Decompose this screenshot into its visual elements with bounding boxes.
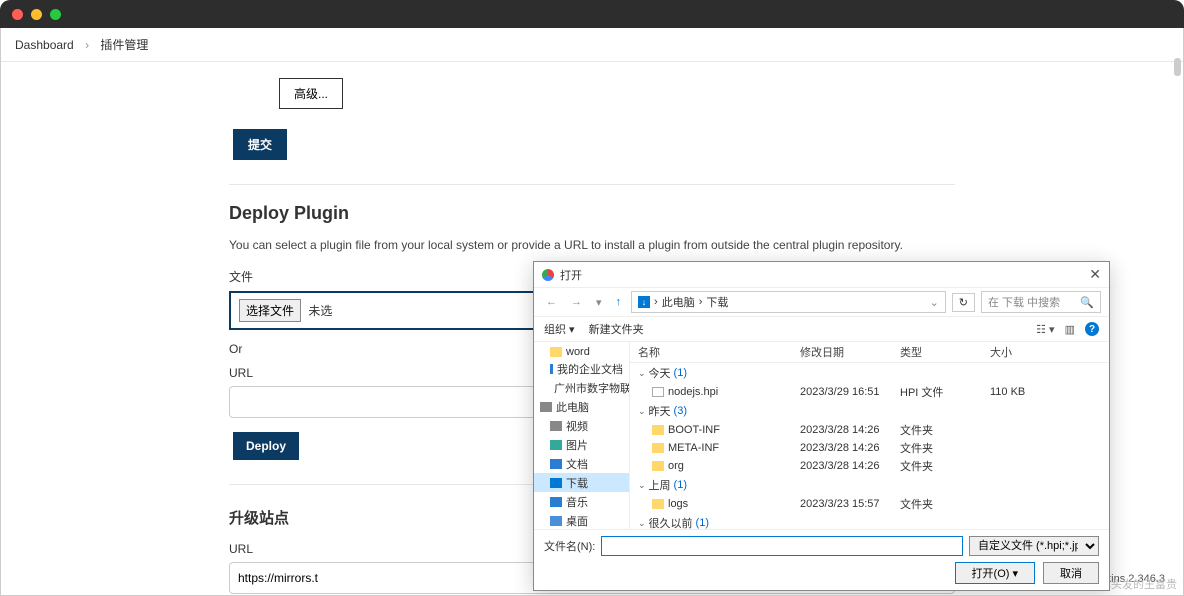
- sidebar-item[interactable]: 桌面: [534, 511, 629, 529]
- divider: [229, 184, 955, 185]
- dialog-toolbar: 组织 ▾ 新建文件夹 ☷ ▾ ▥ ?: [534, 317, 1109, 342]
- music-icon: [550, 497, 562, 507]
- open-button[interactable]: 打开(O) ▾: [955, 562, 1035, 584]
- choose-file-button[interactable]: 选择文件: [239, 299, 301, 322]
- filename-input[interactable]: [601, 536, 963, 556]
- deploy-desc: You can select a plugin file from your l…: [229, 238, 955, 252]
- dialog-file-list: 名称 修改日期 类型 大小 ⌄ 今天 (1)nodejs.hpi2023/3/2…: [630, 342, 1109, 529]
- doc-icon: [550, 459, 562, 469]
- file-filter-select[interactable]: 自定义文件 (*.hpi;*.jpi): [969, 536, 1099, 556]
- chevron-down-icon: ⌄: [638, 480, 646, 491]
- nav-back-icon[interactable]: ←: [542, 294, 561, 310]
- sidebar-item[interactable]: 视频: [534, 416, 629, 435]
- dialog-title: 打开: [560, 267, 582, 283]
- folder-icon: [652, 443, 664, 453]
- col-type[interactable]: 类型: [900, 344, 990, 360]
- window-chrome: [0, 0, 1184, 28]
- maximize-dot[interactable]: [50, 9, 61, 20]
- folder-icon: [652, 499, 664, 509]
- breadcrumb-plugins[interactable]: 插件管理: [100, 38, 148, 52]
- chevron-down-icon: ⌄: [638, 406, 646, 417]
- file-open-dialog: 打开 ✕ ← → ▾ ↑ ↓ › 此电脑 › 下载 ⌄ ↻ 在 下载 中搜索 🔍…: [533, 261, 1110, 591]
- search-box[interactable]: 在 下载 中搜索 🔍: [981, 291, 1101, 313]
- doc-icon: [550, 364, 553, 374]
- deploy-button[interactable]: Deploy: [233, 432, 299, 460]
- dialog-body: word我的企业文档广州市数字物联科此电脑视频图片文档下载音乐桌面系统 (C:)…: [534, 342, 1109, 529]
- file-group-header[interactable]: ⌄ 昨天 (3): [630, 401, 1109, 421]
- folder-icon: [652, 425, 664, 435]
- vid-icon: [550, 421, 562, 431]
- dialog-nav: ← → ▾ ↑ ↓ › 此电脑 › 下载 ⌄ ↻ 在 下载 中搜索 🔍: [534, 288, 1109, 317]
- col-size[interactable]: 大小: [990, 344, 1050, 360]
- chrome-icon: [542, 269, 554, 281]
- desk-icon: [550, 516, 562, 526]
- down-icon: [550, 478, 562, 488]
- new-folder-button[interactable]: 新建文件夹: [589, 321, 644, 337]
- folder-icon: [652, 461, 664, 471]
- chevron-down-icon: ⌄: [638, 518, 646, 529]
- pc-icon: [540, 402, 552, 412]
- col-name[interactable]: 名称: [630, 344, 800, 360]
- file-icon: [652, 387, 664, 397]
- page-body: Dashboard › 插件管理 高级... 提交 Deploy Plugin …: [0, 28, 1184, 596]
- refresh-button[interactable]: ↻: [952, 293, 975, 312]
- cancel-button[interactable]: 取消: [1043, 562, 1099, 584]
- path-box[interactable]: ↓ › 此电脑 › 下载 ⌄: [631, 291, 946, 313]
- file-group-header[interactable]: ⌄ 今天 (1): [630, 363, 1109, 383]
- nav-recent-icon[interactable]: ▾: [592, 294, 606, 311]
- file-list-header: 名称 修改日期 类型 大小: [630, 342, 1109, 363]
- view-options-icon[interactable]: ☷ ▾: [1036, 323, 1054, 336]
- file-row[interactable]: BOOT-INF2023/3/28 14:26文件夹: [630, 421, 1109, 439]
- submit-button-top[interactable]: 提交: [233, 129, 287, 160]
- breadcrumb: Dashboard › 插件管理: [1, 28, 1183, 62]
- dialog-titlebar: 打开 ✕: [534, 262, 1109, 288]
- path-dropdown-icon[interactable]: ⌄: [930, 296, 939, 309]
- file-row[interactable]: nodejs.hpi2023/3/29 16:51HPI 文件110 KB: [630, 383, 1109, 401]
- file-row[interactable]: logs2023/3/23 15:57文件夹: [630, 495, 1109, 513]
- path-folder[interactable]: 下载: [706, 294, 728, 310]
- search-icon: 🔍: [1080, 296, 1094, 309]
- sidebar-item[interactable]: 广州市数字物联科: [534, 378, 629, 397]
- close-icon[interactable]: ✕: [1089, 266, 1101, 283]
- deploy-heading: Deploy Plugin: [229, 203, 955, 224]
- sidebar-item[interactable]: word: [534, 344, 629, 359]
- col-date[interactable]: 修改日期: [800, 344, 900, 360]
- chevron-down-icon: ⌄: [638, 368, 646, 379]
- close-dot[interactable]: [12, 9, 23, 20]
- download-icon: ↓: [638, 296, 650, 308]
- file-status: 未选: [308, 304, 332, 318]
- breadcrumb-dashboard[interactable]: Dashboard: [15, 38, 74, 52]
- preview-pane-icon[interactable]: ▥: [1065, 323, 1075, 336]
- nav-up-icon[interactable]: ↑: [612, 294, 626, 310]
- folder-icon: [550, 347, 562, 357]
- sidebar-item[interactable]: 音乐: [534, 492, 629, 511]
- path-root[interactable]: 此电脑: [662, 294, 695, 310]
- sidebar-item[interactable]: 此电脑: [534, 397, 629, 416]
- organize-button[interactable]: 组织 ▾: [544, 321, 575, 337]
- advanced-button[interactable]: 高级...: [279, 78, 343, 109]
- file-row[interactable]: org2023/3/28 14:26文件夹: [630, 457, 1109, 475]
- nav-forward-icon[interactable]: →: [567, 294, 586, 310]
- file-group-header[interactable]: ⌄ 上周 (1): [630, 475, 1109, 495]
- sidebar-item[interactable]: 我的企业文档: [534, 359, 629, 378]
- sidebar-item[interactable]: 下载: [534, 473, 629, 492]
- sidebar-item[interactable]: 文档: [534, 454, 629, 473]
- file-group-header[interactable]: ⌄ 很久以前 (1): [630, 513, 1109, 529]
- file-row[interactable]: META-INF2023/3/28 14:26文件夹: [630, 439, 1109, 457]
- pic-icon: [550, 440, 562, 450]
- minimize-dot[interactable]: [31, 9, 42, 20]
- help-icon[interactable]: ?: [1085, 322, 1099, 336]
- breadcrumb-sep: ›: [85, 38, 89, 52]
- dialog-footer: 文件名(N): 自定义文件 (*.hpi;*.jpi) 打开(O) ▾ 取消: [534, 529, 1109, 590]
- search-placeholder: 在 下载 中搜索: [988, 294, 1060, 310]
- sidebar-item[interactable]: 图片: [534, 435, 629, 454]
- filename-label: 文件名(N):: [544, 538, 595, 554]
- dialog-sidebar: word我的企业文档广州市数字物联科此电脑视频图片文档下载音乐桌面系统 (C:)…: [534, 342, 630, 529]
